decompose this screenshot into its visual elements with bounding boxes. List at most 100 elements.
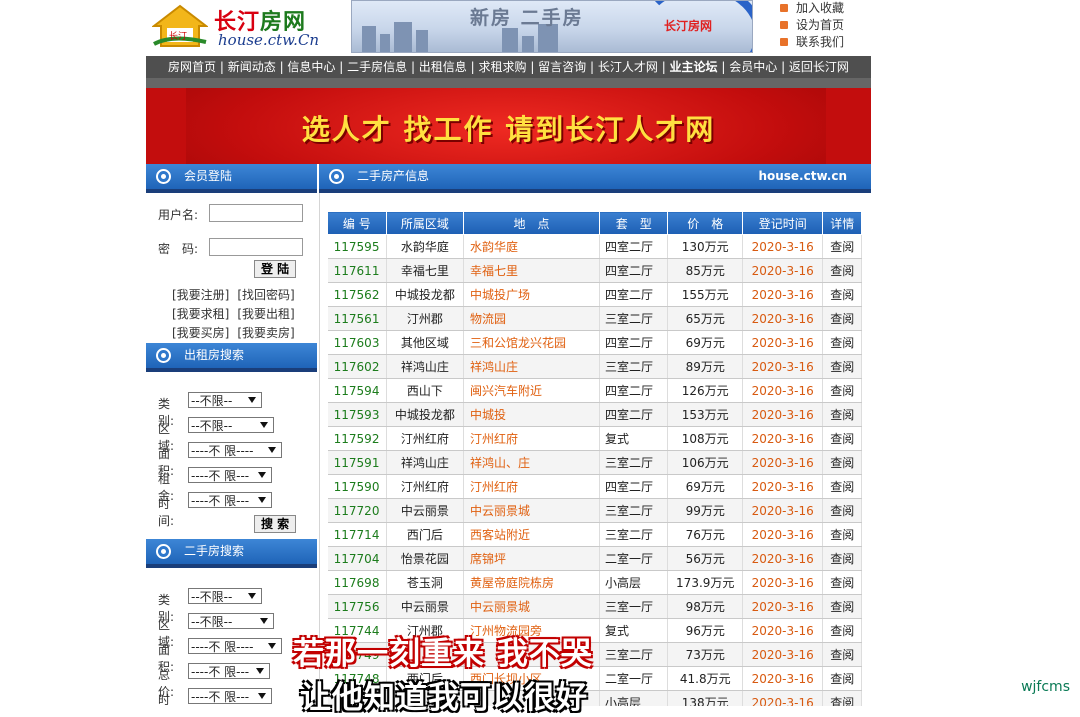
ad-banner[interactable]: 选人才 找工作 请到长汀人才网 [146, 88, 871, 164]
listing-location[interactable]: 水韵华庭 [463, 234, 600, 259]
table-row: 117756 中云丽景 中云丽景城 三室一厅 98万元 2020-3-16 查阅 [327, 594, 862, 619]
listing-location[interactable]: 物流园 [463, 306, 600, 331]
sell-house-link[interactable]: [我要卖房] [237, 324, 294, 341]
nav-back[interactable]: 返回长汀网 [789, 60, 849, 74]
detail-link[interactable]: 查阅 [822, 402, 862, 427]
set-homepage-link[interactable]: 设为首页 [778, 17, 868, 34]
listing-id[interactable]: 117561 [327, 306, 387, 331]
login-button[interactable]: 登 陆 [254, 260, 297, 278]
nav-message[interactable]: 留言咨询 [538, 60, 586, 74]
add-favorite-link[interactable]: 加入收藏 [778, 0, 868, 17]
buy-house-link[interactable]: [我要买房] [172, 324, 229, 341]
listing-id[interactable]: 117591 [327, 450, 387, 475]
detail-link[interactable]: 查阅 [822, 546, 862, 571]
sale-time-select[interactable]: ----不 限--- [188, 688, 272, 704]
listing-location[interactable]: 中云丽景城 [463, 498, 600, 523]
nav-home[interactable]: 房网首页 [168, 60, 216, 74]
listing-id[interactable]: 117714 [327, 522, 387, 547]
recover-password-link[interactable]: [找回密码] [237, 286, 294, 303]
detail-link[interactable]: 查阅 [822, 522, 862, 547]
detail-link[interactable]: 查阅 [822, 282, 862, 307]
listing-id[interactable]: 117594 [327, 378, 387, 403]
listing-id[interactable]: 117611 [327, 258, 387, 283]
listing-id[interactable]: 117698 [327, 570, 387, 595]
top-banner[interactable]: 新房 二手房 长汀房网 [351, 0, 753, 53]
detail-link[interactable]: 查阅 [822, 618, 862, 643]
rent-area-select[interactable]: --不限-- [188, 417, 274, 433]
listing-location[interactable]: 黄屋帝庭院栋房 [463, 570, 600, 595]
detail-link[interactable]: 查阅 [822, 450, 862, 475]
rent-search-button[interactable]: 搜 索 [254, 515, 297, 533]
listing-location[interactable]: 汀州红府 [463, 474, 600, 499]
register-link[interactable]: [我要注册] [172, 286, 229, 303]
rent-category-select[interactable]: --不限-- [188, 392, 262, 408]
listing-id[interactable]: 117595 [327, 234, 387, 259]
listing-id[interactable]: 117592 [327, 426, 387, 451]
listing-layout: 复式 [599, 426, 669, 451]
listing-location[interactable]: 中城投广场 [463, 282, 600, 307]
detail-link[interactable]: 查阅 [822, 330, 862, 355]
nav-wanted[interactable]: 求租求购 [478, 60, 526, 74]
rent-time-select[interactable]: ----不 限--- [188, 492, 272, 508]
nav-news[interactable]: 新闻动态 [228, 60, 276, 74]
quick-links: 加入收藏 设为首页 联系我们 [778, 0, 868, 51]
detail-link[interactable]: 查阅 [822, 498, 862, 523]
listing-id[interactable]: 117603 [327, 330, 387, 355]
detail-link[interactable]: 查阅 [822, 354, 862, 379]
listing-location[interactable]: 闽兴汽车附近 [463, 378, 600, 403]
listing-id[interactable]: 117593 [327, 402, 387, 427]
listing-id[interactable]: 117602 [327, 354, 387, 379]
listing-id[interactable]: 117720 [327, 498, 387, 523]
detail-link[interactable]: 查阅 [822, 258, 862, 283]
listing-location[interactable]: 幸福七里 [463, 258, 600, 283]
listing-price: 106万元 [667, 450, 743, 475]
detail-link[interactable]: 查阅 [822, 594, 862, 619]
detail-link[interactable]: 查阅 [822, 378, 862, 403]
listing-location[interactable]: 祥鸿山、庄 [463, 450, 600, 475]
listing-location[interactable]: 席锦坪 [463, 546, 600, 571]
username-input[interactable] [209, 204, 303, 222]
seek-rent-link[interactable]: [我要求租] [172, 305, 229, 322]
listing-location[interactable]: 汀州红府 [463, 426, 600, 451]
listing-id[interactable]: 117562 [327, 282, 387, 307]
sale-size-select[interactable]: ----不 限---- [188, 638, 282, 654]
detail-link[interactable]: 查阅 [822, 306, 862, 331]
listing-location[interactable]: 祥鸿山庄 [463, 354, 600, 379]
listing-location[interactable]: 三和公馆龙兴花园 [463, 330, 600, 355]
listing-id[interactable]: 117704 [327, 546, 387, 571]
detail-link[interactable]: 查阅 [822, 570, 862, 595]
listing-location[interactable]: 中城投 [463, 402, 600, 427]
site-logo[interactable]: 长汀 长汀房网 house.ctw.Cn [150, 0, 330, 52]
sale-category-select[interactable]: --不限-- [188, 588, 262, 604]
detail-link[interactable]: 查阅 [822, 642, 862, 667]
rent-price-select[interactable]: ----不 限--- [188, 467, 272, 483]
listing-region: 西山下 [386, 378, 465, 403]
listing-location[interactable]: 西客站附近 [463, 522, 600, 547]
detail-link[interactable]: 查阅 [822, 234, 862, 259]
top-banner-brand: 长汀房网 [664, 19, 713, 33]
detail-link[interactable]: 查阅 [822, 666, 862, 691]
offer-rent-link[interactable]: [我要出租] [237, 305, 294, 322]
listing-site[interactable]: house.ctw.cn [758, 164, 847, 189]
nav-rent[interactable]: 出租信息 [419, 60, 467, 74]
sale-area-select[interactable]: --不限-- [188, 613, 274, 629]
detail-link[interactable]: 查阅 [822, 426, 862, 451]
detail-link[interactable]: 查阅 [822, 474, 862, 499]
building-graphic [380, 34, 390, 52]
nav-jobs[interactable]: 长汀人才网 [598, 60, 658, 74]
nav-second-hand[interactable]: 二手房信息 [347, 60, 407, 74]
listing-location[interactable]: 中云丽景城 [463, 594, 600, 619]
nav-info[interactable]: 信息中心 [287, 60, 335, 74]
listing-region: 中云丽景 [386, 498, 465, 523]
nav-forum[interactable]: 业主论坛 [670, 60, 718, 74]
password-input[interactable] [209, 238, 303, 256]
listing-region: 怡景花园 [386, 546, 465, 571]
listing-id[interactable]: 117756 [327, 594, 387, 619]
listing-date: 2020-3-16 [742, 258, 824, 283]
nav-member[interactable]: 会员中心 [729, 60, 777, 74]
listing-id[interactable]: 117590 [327, 474, 387, 499]
rent-size-select[interactable]: ----不 限---- [188, 442, 282, 458]
sale-price-select[interactable]: ----不 限--- [188, 663, 270, 679]
contact-link[interactable]: 联系我们 [778, 34, 868, 51]
detail-link[interactable]: 查阅 [822, 690, 862, 706]
